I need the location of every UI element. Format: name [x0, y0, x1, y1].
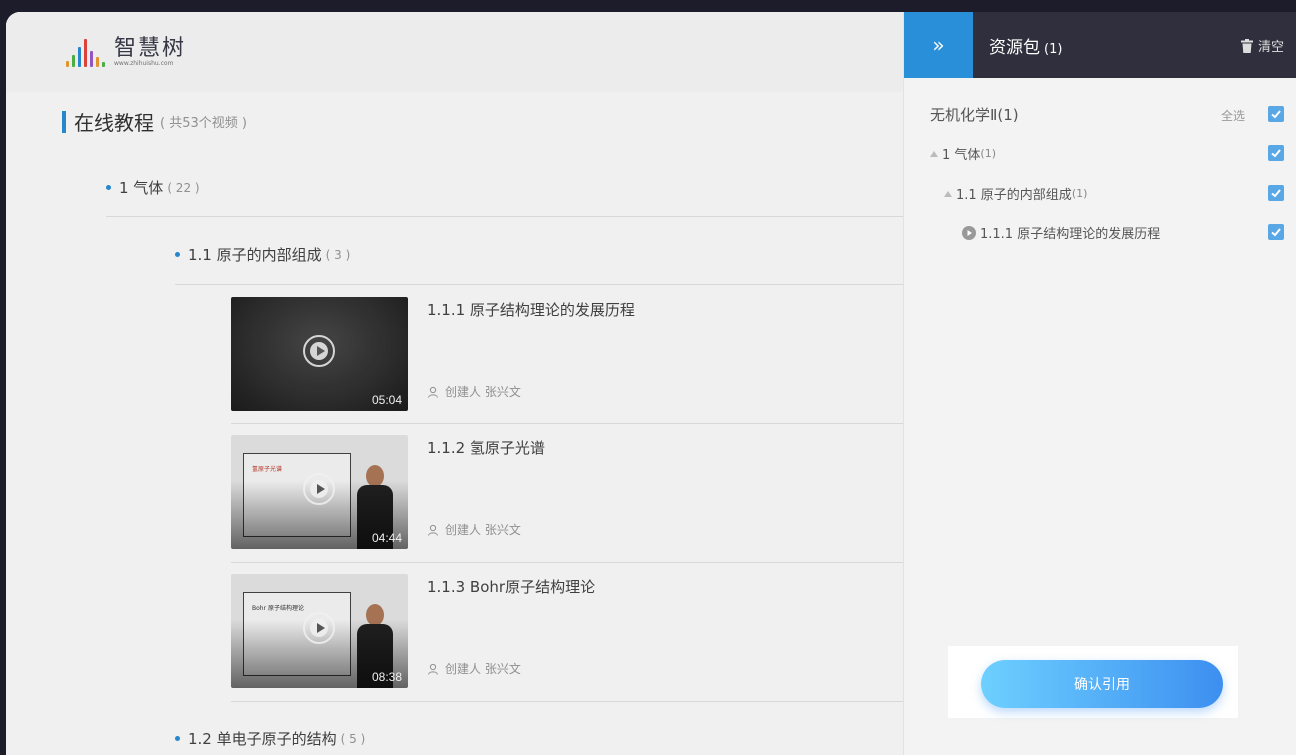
- panel-title: 资源包 (1): [989, 37, 1063, 58]
- resource-pack-panel: » 资源包 (1) 清空 无机化学Ⅱ(1) 全选 1 气体 (1) 1.1 原子的内…: [903, 12, 1296, 755]
- user-icon: [428, 386, 438, 398]
- video-thumbnail[interactable]: Bohr 原子结构理论 08:38: [231, 574, 408, 688]
- section-label: 1.2 单电子原子的结构: [188, 730, 337, 748]
- check-icon: [1271, 149, 1281, 158]
- logo-text: 智慧树: [114, 35, 187, 61]
- tree-node-section-1-2[interactable]: 1.2 单电子原子的结构 ( 5 ): [175, 728, 365, 749]
- resource-checkbox[interactable]: [1268, 224, 1284, 240]
- video-duration: 08:38: [371, 670, 402, 684]
- video-thumbnail[interactable]: 氢原子光谱 04:44: [231, 435, 408, 549]
- bullet-icon: [175, 252, 180, 257]
- video-duration: 04:44: [371, 531, 402, 545]
- resource-item-chapter[interactable]: 1 气体 (1): [930, 144, 996, 163]
- collapse-arrow-icon: [944, 190, 952, 197]
- resource-checkbox[interactable]: [1268, 145, 1284, 161]
- video-item[interactable]: Bohr 原子结构理论 08:38 1.1.3 Bohr原子结构理论 创建人 张…: [231, 574, 881, 688]
- divider: [231, 423, 903, 424]
- resource-item-section[interactable]: 1.1 原子的内部组成 (1): [944, 184, 1087, 203]
- page-title: 在线教程: [74, 111, 154, 135]
- clear-button[interactable]: 清空: [1240, 36, 1284, 55]
- bullet-icon: [106, 185, 111, 190]
- trash-icon: [1240, 38, 1253, 53]
- divider: [231, 701, 903, 702]
- play-icon[interactable]: [303, 335, 335, 367]
- play-icon[interactable]: [303, 473, 335, 505]
- section-count: ( 5 ): [340, 731, 366, 746]
- collapse-panel-button[interactable]: »: [904, 12, 973, 78]
- bullet-icon: [175, 736, 180, 741]
- select-all-checkbox[interactable]: [1268, 106, 1284, 122]
- section-label: 1.1 原子的内部组成: [188, 246, 322, 264]
- collapse-arrow-icon: [930, 150, 938, 157]
- panel-header: » 资源包 (1) 清空: [904, 12, 1296, 78]
- user-icon: [428, 663, 438, 675]
- course-name: 无机化学Ⅱ(1): [930, 106, 1019, 124]
- tree-node-section-1-1[interactable]: 1.1 原子的内部组成 ( 3 ): [175, 244, 350, 265]
- divider: [106, 216, 903, 217]
- select-all-label[interactable]: 全选: [1221, 107, 1245, 124]
- video-duration: 05:04: [371, 393, 402, 407]
- check-icon: [1271, 110, 1281, 119]
- chapter-label: 1 气体: [119, 179, 164, 197]
- play-icon[interactable]: [303, 612, 335, 644]
- play-circle-icon: [962, 225, 976, 240]
- divider: [231, 562, 903, 563]
- video-item[interactable]: 05:04 1.1.1 原子结构理论的发展历程 创建人 张兴文: [231, 297, 881, 411]
- double-chevron-right-icon: »: [932, 33, 945, 57]
- check-icon: [1271, 228, 1281, 237]
- video-title[interactable]: 1.1.3 Bohr原子结构理论: [427, 576, 595, 597]
- video-count: ( 共53个视频 ): [160, 116, 247, 131]
- video-item[interactable]: 氢原子光谱 04:44 1.1.2 氢原子光谱 创建人 张兴文: [231, 435, 881, 549]
- video-creator: 创建人 张兴文: [427, 521, 521, 538]
- video-title[interactable]: 1.1.1 原子结构理论的发展历程: [427, 299, 635, 320]
- confirm-citation-button[interactable]: 确认引用: [981, 660, 1223, 708]
- chapter-count: ( 22 ): [167, 180, 200, 195]
- user-icon: [428, 524, 438, 536]
- tree-node-chapter-1[interactable]: 1 气体 ( 22 ): [106, 177, 200, 198]
- check-icon: [1271, 189, 1281, 198]
- video-thumbnail[interactable]: 05:04: [231, 297, 408, 411]
- confirm-area: 确认引用: [948, 646, 1238, 718]
- top-bar: 智慧树 www.zhihuishu.com: [6, 12, 903, 92]
- divider: [175, 284, 903, 285]
- app-window: 智慧树 www.zhihuishu.com 在线教程 ( 共53个视频 ) 1 …: [6, 12, 1296, 755]
- section-count: ( 3 ): [325, 247, 351, 262]
- section-title: 在线教程 ( 共53个视频 ): [62, 107, 247, 136]
- resource-item-video[interactable]: 1.1.1 原子结构理论的发展历程: [962, 223, 1160, 242]
- video-creator: 创建人 张兴文: [427, 660, 521, 677]
- title-accent-bar: [62, 110, 66, 133]
- course-content: 智慧树 www.zhihuishu.com 在线教程 ( 共53个视频 ) 1 …: [6, 12, 903, 755]
- resource-checkbox[interactable]: [1268, 185, 1284, 201]
- logo-url: www.zhihuishu.com: [114, 59, 174, 67]
- video-creator: 创建人 张兴文: [427, 383, 521, 400]
- video-title[interactable]: 1.1.2 氢原子光谱: [427, 437, 545, 458]
- zhihuishu-logo[interactable]: 智慧树 www.zhihuishu.com: [66, 35, 187, 67]
